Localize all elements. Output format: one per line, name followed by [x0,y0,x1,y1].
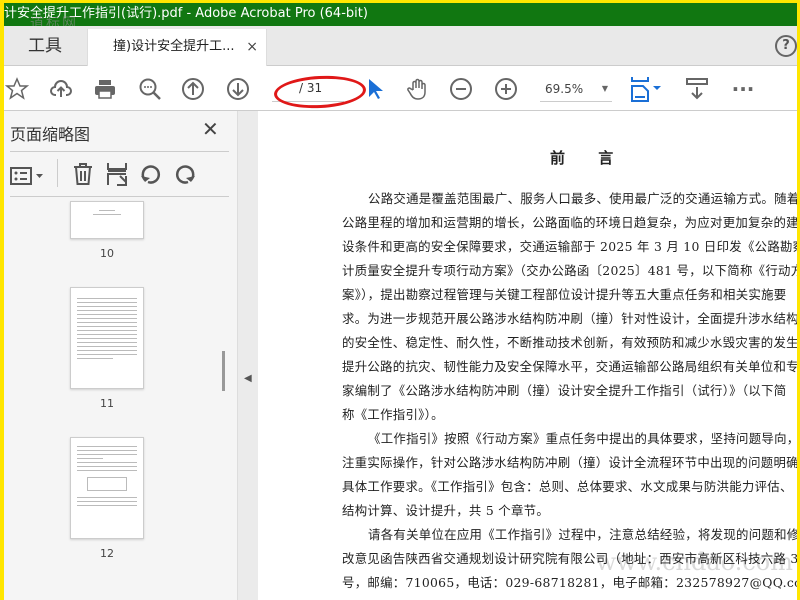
zoom-level: 69.5% [545,82,584,96]
tab-document[interactable]: 撞)设计安全提升工... × [87,29,267,67]
zoom-in-icon[interactable] [493,76,519,102]
document-view: 前 言 公路交通是覆盖范围最广、服务人口最多、使用最广泛的交通运输方式。随着 公… [258,111,797,600]
rotate-cw-icon[interactable] [172,161,198,187]
text-line: 注重实际操作，针对公路涉水结构防冲刷（撞）设计全流程环节中出现的问题明确 [342,455,797,470]
text-line: 《工作指引》按照《行动方案》重点任务中提出的具体要求，坚持问题导向， [368,431,797,446]
text-line: 改意见函告陕西省交通规划设计研究院有限公司（地址：西安市高新区科技六路 3 [342,551,797,566]
thumbnail-page-number: 10 [100,247,114,260]
extract-page-icon[interactable] [104,161,130,187]
hand-tool-icon[interactable] [405,76,431,102]
text-line: 案》），提出勘察过程管理与关键工程部位设计提升等五大重点任务和相关实施要 [342,287,787,302]
text-line: 结构计算、设计提升，共 5 个章节。 [342,503,550,518]
tab-bar: 工具 撞)设计安全提升工... × ? [4,26,797,67]
text-line: 公路里程的增加和运营期的增长，公路面临的环境日趋复杂，为应对更加复杂的建 [342,215,797,230]
rotate-ccw-icon[interactable] [138,161,164,187]
page-heading: 前 言 [550,149,628,167]
panel-splitter[interactable]: ◀ [238,111,258,600]
thumbnail-scrollbar[interactable] [222,351,225,391]
previous-page-icon[interactable] [180,76,206,102]
page-thumbnail[interactable] [70,201,144,239]
text-line: 求。为进一步规范开展公路涉水结构防冲刷（撞）针对性设计，全面提升涉水结构 [342,311,797,326]
fit-page-icon[interactable] [628,76,664,102]
upload-cloud-icon[interactable] [48,76,74,102]
toolbar: / 31 69.5% ▼ ··· [4,66,797,111]
thumbnail-toolbar [10,159,230,191]
text-line: 号，邮编：710065，电话：029-68718281，电子邮箱：2325789… [342,575,797,590]
scrolling-mode-icon[interactable] [684,76,710,102]
help-icon[interactable]: ? [775,35,797,57]
divider [10,151,229,152]
text-line: 请各有关单位在应用《工作指引》过程中，注意总结经验，将发现的问题和修 [368,527,797,542]
page-thumbnails-panel: 页面缩略图 ✕ 10 11 12 [4,111,238,600]
divider [57,159,58,187]
pdf-page: 前 言 公路交通是覆盖范围最广、服务人口最多、使用最广泛的交通运输方式。随着 公… [258,111,797,600]
more-options-icon[interactable]: ··· [730,76,756,102]
bookmark-star-icon[interactable] [4,76,30,102]
thumbnail-page-number: 11 [100,397,114,410]
text-line: 计质量安全提升专项行动方案》（交办公路函〔2025〕481 号，以下简称《行动方 [342,263,797,278]
collapse-panel-icon[interactable]: ◀ [244,373,252,384]
tab-document-label: 撞)设计安全提升工... [113,39,235,54]
options-menu-icon[interactable] [10,163,46,189]
zoom-search-icon[interactable] [137,76,163,102]
text-line: 的安全性、稳定性、耐久性，不断推动技术创新，有效预防和减少水毁灾害的发生， [342,335,797,350]
text-line: 家编制了《公路涉水结构防冲刷（撞）设计安全提升工作指引（试行）》（以下简 [342,383,787,398]
page-thumbnail[interactable] [70,287,144,389]
zoom-out-icon[interactable] [448,76,474,102]
tab-tools[interactable]: 工具 [4,26,86,66]
delete-page-icon[interactable] [70,161,96,187]
text-line: 设条件和更高的安全保障要求，交通运输部于 2025 年 3 月 10 日印发《公… [342,239,797,254]
text-line: 提升公路的抗灾、韧性能力及安全保障水平，交通运输部公路局组织有关单位和专 [342,359,797,374]
next-page-icon[interactable] [225,76,251,102]
thumbnail-list: 10 11 12 [4,197,238,600]
print-icon[interactable] [92,76,118,102]
title-bar: 计安全提升工作指引(试行).pdf - Adobe Acrobat Pro (6… [4,3,797,32]
panel-title: 页面缩略图 [10,125,91,144]
acrobat-window: 计安全提升工作指引(试行).pdf - Adobe Acrobat Pro (6… [4,3,797,600]
close-tab-icon[interactable]: × [246,29,258,65]
page-thumbnail[interactable] [70,437,144,539]
close-panel-icon[interactable]: ✕ [202,117,219,141]
text-line: 具体工作要求。《工作指引》包含：总则、总体要求、水文成果与防洪能力评估、 [342,479,793,494]
select-cursor-icon[interactable] [362,76,388,102]
chevron-down-icon: ▼ [601,84,608,93]
thumbnail-page-number: 12 [100,547,114,560]
text-line: 公路交通是覆盖范围最广、服务人口最多、使用最广泛的交通运输方式。随着 [368,191,797,206]
zoom-level-dropdown[interactable]: 69.5% ▼ [540,76,612,102]
text-line: 称《工作指引》）。 [342,407,444,422]
